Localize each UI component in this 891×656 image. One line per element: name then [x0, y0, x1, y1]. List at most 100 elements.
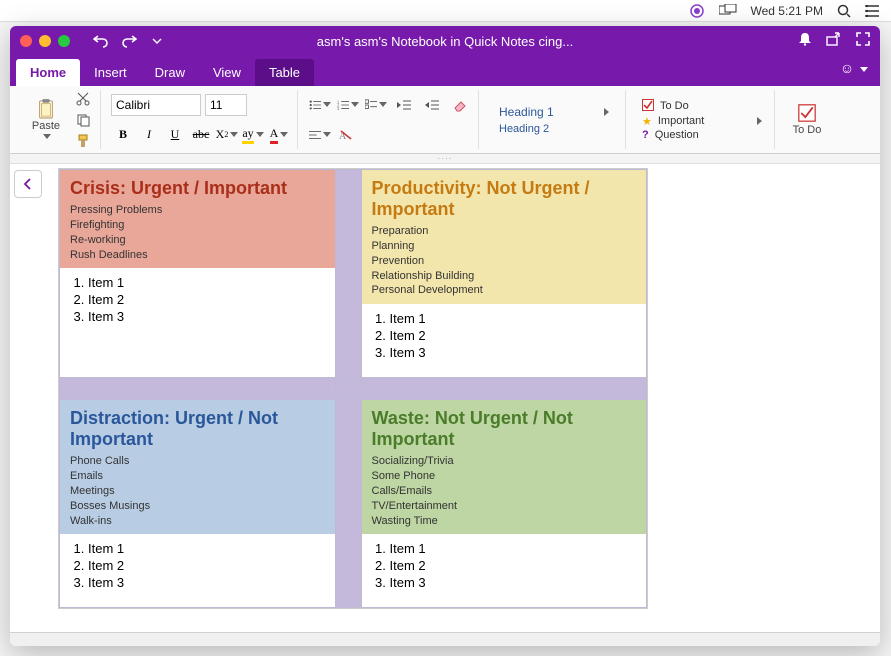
paste-button[interactable]: Paste — [24, 98, 68, 141]
menu-icon[interactable] — [865, 5, 879, 17]
feedback-button[interactable]: ☺ — [840, 60, 868, 76]
font-color-button[interactable]: A — [267, 124, 291, 146]
tab-table[interactable]: Table — [255, 59, 314, 86]
tag-important-label: Important — [658, 115, 704, 127]
list-item: Preparation — [372, 224, 637, 239]
share-icon[interactable] — [826, 32, 842, 51]
q1-title: Crisis: Urgent / Important — [70, 178, 325, 199]
eisenhower-matrix: Crisis: Urgent / Important Pressing Prob… — [59, 169, 647, 608]
qat-customize-button[interactable] — [144, 30, 170, 52]
matrix-gap — [335, 400, 361, 608]
spotlight-icon[interactable] — [837, 4, 851, 18]
checkbox-icon — [642, 99, 654, 114]
underline-button[interactable]: U — [163, 124, 187, 146]
align-button[interactable] — [308, 124, 332, 146]
quadrant-distraction[interactable]: Distraction: Urgent / Not Important Phon… — [60, 400, 336, 608]
list-item[interactable]: Item 1 — [390, 310, 637, 327]
highlight-button[interactable]: ay — [241, 124, 265, 146]
notifications-icon[interactable] — [798, 32, 812, 51]
quadrant-productivity[interactable]: Productivity: Not Urgent / Important Pre… — [361, 170, 647, 378]
font-size-select[interactable] — [205, 94, 247, 116]
back-button[interactable] — [14, 170, 42, 198]
tab-insert[interactable]: Insert — [80, 59, 141, 86]
q4-subs: Socializing/TriviaSome PhoneCalls/Emails… — [372, 454, 637, 528]
question-icon: ? — [642, 129, 649, 141]
q1-items[interactable]: Item 1Item 2Item 3 — [70, 274, 325, 325]
checklist-button[interactable] — [364, 94, 388, 116]
subscript-button[interactable]: X2 — [215, 124, 239, 146]
zoom-window-button[interactable] — [58, 35, 70, 47]
quick-access-toolbar — [88, 30, 170, 52]
list-item: Relationship Building — [372, 269, 637, 284]
italic-button[interactable]: I — [137, 124, 161, 146]
list-item: Firefighting — [70, 218, 325, 233]
status-bar — [10, 632, 880, 646]
list-item: Wasting Time — [372, 514, 637, 529]
list-item[interactable]: Item 3 — [88, 574, 325, 591]
do-not-disturb-icon[interactable] — [689, 3, 705, 19]
list-item[interactable]: Item 1 — [88, 274, 325, 291]
style-heading2[interactable]: Heading 2 — [499, 123, 609, 135]
tags-group: To Do ★Important ?Question — [630, 90, 775, 149]
cut-button[interactable] — [72, 90, 94, 108]
q1-subs: Pressing ProblemsFirefightingRe-workingR… — [70, 203, 325, 262]
tag-important[interactable]: ★Important — [642, 115, 762, 128]
bullets-button[interactable] — [308, 94, 332, 116]
heading1-label: Heading 1 — [499, 105, 554, 119]
list-item: Bosses Musings — [70, 499, 325, 514]
q2-title: Productivity: Not Urgent / Important — [372, 178, 637, 220]
format-painter-button[interactable] — [72, 132, 94, 150]
close-window-button[interactable] — [20, 35, 32, 47]
clear-format-button[interactable]: A — [334, 124, 358, 146]
numbering-button[interactable]: 123 — [336, 94, 360, 116]
list-item: Walk-ins — [70, 514, 325, 529]
indent-button[interactable] — [420, 94, 444, 116]
fullscreen-icon[interactable] — [856, 32, 870, 51]
strike-button[interactable]: abc — [189, 124, 213, 146]
quadrant-waste[interactable]: Waste: Not Urgent / Not Important Social… — [361, 400, 647, 608]
tab-home[interactable]: Home — [16, 59, 80, 86]
list-item[interactable]: Item 1 — [390, 540, 637, 557]
tab-draw[interactable]: Draw — [141, 59, 199, 86]
list-item[interactable]: Item 2 — [88, 291, 325, 308]
ribbon-tabs: Home Insert Draw View Table ☺ — [10, 56, 880, 86]
q2-items[interactable]: Item 1Item 2Item 3 — [372, 310, 637, 361]
list-item[interactable]: Item 2 — [390, 327, 637, 344]
copy-button[interactable] — [72, 111, 94, 129]
quadrant-crisis[interactable]: Crisis: Urgent / Important Pressing Prob… — [60, 170, 336, 378]
window-controls — [20, 35, 70, 47]
list-item: Emails — [70, 469, 325, 484]
list-item[interactable]: Item 3 — [88, 308, 325, 325]
q3-title: Distraction: Urgent / Not Important — [70, 408, 325, 450]
font-name-select[interactable] — [111, 94, 201, 116]
eraser-button[interactable] — [448, 94, 472, 116]
titlebar: asm's asm's Notebook in Quick Notes cing… — [10, 26, 880, 56]
page-canvas[interactable]: Crisis: Urgent / Important Pressing Prob… — [10, 164, 880, 632]
outdent-button[interactable] — [392, 94, 416, 116]
matrix-gap — [335, 170, 361, 378]
list-item: Meetings — [70, 484, 325, 499]
tag-todo[interactable]: To Do — [642, 99, 762, 114]
list-item[interactable]: Item 2 — [88, 557, 325, 574]
list-item: Socializing/Trivia — [372, 454, 637, 469]
minimize-window-button[interactable] — [39, 35, 51, 47]
redo-button[interactable] — [116, 30, 142, 52]
ribbon-collapse-handle[interactable]: ···· — [10, 154, 880, 164]
todo-big-button[interactable]: To Do — [785, 102, 829, 138]
list-item[interactable]: Item 2 — [390, 557, 637, 574]
style-heading1[interactable]: Heading 1 — [499, 105, 609, 119]
q4-title: Waste: Not Urgent / Not Important — [372, 408, 637, 450]
bold-button[interactable]: B — [111, 124, 135, 146]
displays-icon[interactable] — [719, 4, 737, 18]
tab-view[interactable]: View — [199, 59, 255, 86]
tag-todo-label: To Do — [660, 100, 689, 112]
q3-items[interactable]: Item 1Item 2Item 3 — [70, 540, 325, 591]
tag-question[interactable]: ?Question — [642, 129, 762, 141]
list-item: Phone Calls — [70, 454, 325, 469]
undo-button[interactable] — [88, 30, 114, 52]
clock[interactable]: Wed 5:21 PM — [751, 4, 823, 18]
list-item[interactable]: Item 1 — [88, 540, 325, 557]
list-item[interactable]: Item 3 — [390, 344, 637, 361]
q4-items[interactable]: Item 1Item 2Item 3 — [372, 540, 637, 591]
list-item[interactable]: Item 3 — [390, 574, 637, 591]
